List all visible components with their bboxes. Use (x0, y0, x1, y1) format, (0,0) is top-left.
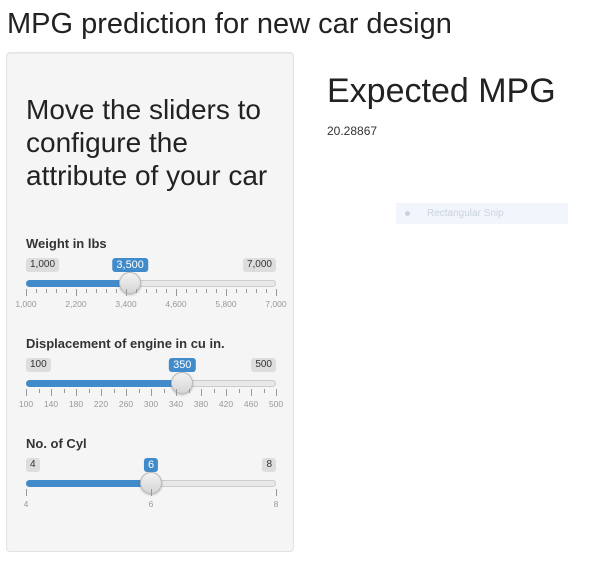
tick-label: 1,000 (15, 299, 37, 309)
major-tick (151, 489, 152, 496)
major-tick (276, 389, 277, 396)
tick-label: 4 (23, 499, 29, 509)
minor-tick (113, 389, 115, 393)
major-tick (76, 389, 77, 396)
major-tick (276, 489, 277, 496)
major-tick (51, 389, 52, 396)
minor-tick (188, 389, 190, 393)
minor-tick (196, 289, 197, 293)
minor-tick (46, 289, 47, 293)
displacement-slider-label: Displacement of engine in cu in. (26, 336, 225, 351)
tick-label: 300 (143, 399, 159, 409)
minor-tick (38, 389, 40, 393)
tick-label: 500 (268, 399, 284, 409)
minor-tick (236, 289, 237, 293)
major-tick (26, 389, 27, 396)
tick-label: 3,400 (115, 299, 137, 309)
major-tick (151, 389, 152, 396)
minor-tick (56, 289, 57, 293)
tick-label: 420 (218, 399, 234, 409)
sidebar-panel: Move the sliders to configure the attrib… (6, 52, 294, 552)
tick-label: 260 (118, 399, 134, 409)
tick-label: 7,000 (265, 299, 287, 309)
minor-tick (106, 289, 107, 293)
weight-value-badge: 3,500 (112, 258, 148, 272)
major-tick (126, 389, 127, 396)
minor-tick (166, 289, 167, 293)
tick-label: 6 (148, 499, 154, 509)
cylinders-slider-fill (26, 480, 151, 487)
cylinders-slider-ticks (26, 489, 277, 497)
minor-tick (213, 389, 215, 393)
major-tick (126, 289, 127, 296)
tick-label: 4,600 (165, 299, 187, 309)
minor-tick (216, 289, 217, 293)
cylinders-slider[interactable]: No. of Cyl 4 8 6 4 6 8 (23, 436, 279, 526)
weight-max-badge: 7,000 (242, 258, 276, 272)
major-tick (176, 289, 177, 296)
minor-tick (88, 389, 90, 393)
major-tick (101, 389, 102, 396)
minor-tick (66, 289, 67, 293)
major-tick (251, 389, 252, 396)
tick-label: 180 (68, 399, 84, 409)
minor-tick (256, 289, 257, 293)
cylinders-max-badge: 8 (262, 458, 276, 472)
minor-tick (86, 289, 87, 293)
displacement-slider-ticks (26, 389, 277, 397)
major-tick (226, 289, 227, 296)
expected-mpg-value: 20.28867 (327, 124, 378, 138)
major-tick (26, 289, 27, 296)
weight-slider-fill (26, 280, 131, 287)
displacement-min-badge: 100 (26, 358, 51, 372)
minor-tick (238, 389, 240, 393)
tick-label: 460 (243, 399, 259, 409)
tick-label: 5,800 (215, 299, 237, 309)
minor-tick (163, 389, 165, 393)
tick-label: 100 (18, 399, 34, 409)
cylinders-min-badge: 4 (26, 458, 40, 472)
weight-slider-ticks (26, 289, 277, 297)
weight-slider-label: Weight in lbs (26, 236, 107, 251)
cylinders-value-badge: 6 (143, 458, 159, 472)
minor-tick (63, 389, 65, 393)
cylinders-slider-label: No. of Cyl (26, 436, 87, 451)
minor-tick (146, 289, 147, 293)
tick-label: 8 (273, 499, 279, 509)
weight-min-badge: 1,000 (26, 258, 60, 272)
rectangular-snip-overlay[interactable]: Rectangular Snip (396, 203, 568, 224)
major-tick (176, 389, 177, 396)
major-tick (201, 389, 202, 396)
displacement-slider[interactable]: Displacement of engine in cu in. 100 500… (19, 336, 283, 426)
minor-tick (266, 289, 267, 293)
minor-tick (136, 289, 137, 293)
weight-slider[interactable]: Weight in lbs 1,000 7,000 3,500 1,000 2,2… (15, 236, 286, 326)
rectangular-snip-label: Rectangular Snip (427, 208, 504, 219)
expected-mpg-heading: Expected MPG (327, 72, 556, 110)
tick-label: 140 (43, 399, 59, 409)
page-title: MPG prediction for new car design (7, 8, 452, 40)
minor-tick (186, 289, 187, 293)
major-tick (276, 289, 277, 296)
major-tick (76, 289, 77, 296)
minor-tick (36, 289, 37, 293)
minor-tick (206, 289, 207, 293)
minor-tick (263, 389, 265, 393)
record-dot-icon (405, 211, 410, 216)
tick-label: 2,200 (65, 299, 87, 309)
displacement-max-badge: 500 (251, 358, 276, 372)
minor-tick (246, 289, 247, 293)
minor-tick (156, 289, 157, 293)
tick-label: 380 (193, 399, 209, 409)
minor-tick (116, 289, 117, 293)
major-tick (26, 489, 27, 496)
minor-tick (138, 389, 140, 393)
tick-label: 220 (93, 399, 109, 409)
sidebar-heading: Move the sliders to configure the attrib… (26, 94, 268, 191)
tick-label: 340 (168, 399, 184, 409)
minor-tick (96, 289, 97, 293)
major-tick (226, 389, 227, 396)
displacement-value-badge: 350 (169, 358, 196, 372)
displacement-slider-fill (26, 380, 183, 387)
